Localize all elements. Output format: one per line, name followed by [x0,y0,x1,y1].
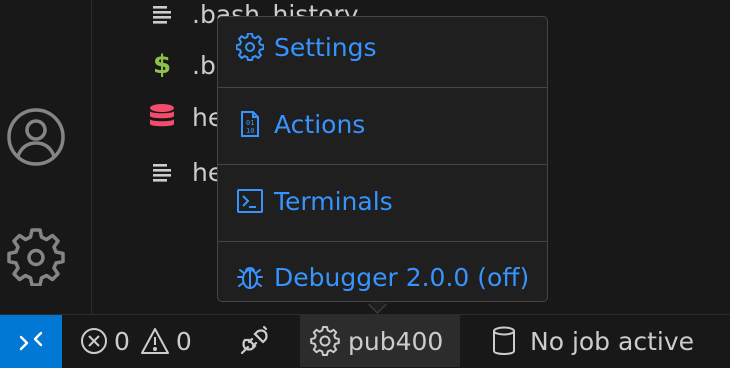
svg-text:10: 10 [246,127,254,135]
terminal-icon [236,187,264,215]
menu-item-label: Terminals [274,186,393,216]
menu-item-actions[interactable]: 01 10 Actions [218,94,547,154]
error-count: 0 [114,326,130,356]
connection-name: pub400 [348,326,444,356]
svg-text:01: 01 [246,119,254,127]
menu-item-label: Debugger 2.0.0 (off) [274,262,530,292]
error-icon [80,327,108,355]
bug-icon [236,263,264,291]
menu-item-label: Settings [274,32,377,62]
connection-menu: Settings 01 10 Actions Terminals Debugge… [217,16,548,302]
menu-item-terminals[interactable]: Terminals [218,171,547,231]
activity-bar [0,0,92,314]
manage-gear-icon[interactable] [5,224,67,286]
file-item[interactable]: he [147,152,223,192]
warning-count: 0 [175,326,192,356]
menu-separator [218,87,547,88]
menu-item-debugger[interactable]: Debugger 2.0.0 (off) [218,247,547,307]
menu-item-settings[interactable]: Settings [218,17,547,77]
binary-file-icon: 01 10 [236,110,264,138]
file-name: .b [192,50,216,80]
status-bar: 0 0 pub400 No job active [0,314,730,368]
job-status[interactable]: No job active [492,315,694,367]
database-icon [492,326,516,356]
list-icon [147,0,177,29]
menu-item-label: Actions [274,109,366,139]
connection-button[interactable]: pub400 [300,315,460,367]
database-icon [147,102,177,132]
job-status-text: No job active [530,326,694,356]
file-item[interactable]: he [147,97,223,137]
menu-separator [218,241,547,242]
gear-icon [310,326,340,356]
connection-plug-button[interactable] [238,315,270,367]
menu-separator [218,164,547,165]
list-icon [147,157,177,187]
plug-icon [238,325,270,357]
problems-indicator[interactable]: 0 0 [80,315,192,367]
account-icon[interactable] [5,106,67,168]
file-item[interactable]: $ .b [147,45,216,85]
dollar-icon: $ [152,50,172,80]
remote-indicator[interactable] [0,315,62,368]
gear-icon [236,33,264,61]
remote-icon [18,327,44,357]
warning-icon [140,327,170,355]
